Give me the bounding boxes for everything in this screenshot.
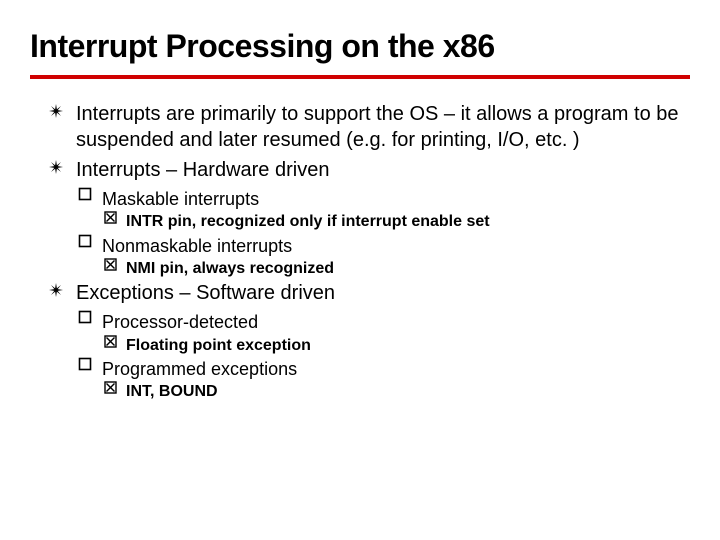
list-item-level-2: Nonmaskable interrupts (30, 234, 690, 258)
bullet-icon-level-3 (104, 258, 117, 271)
list-item-level-2: Programmed exceptions (30, 357, 690, 381)
bullet-icon-level-1 (48, 282, 64, 298)
list-item-text: INTR pin, recognized only if interrupt e… (126, 213, 490, 230)
slide-title: Interrupt Processing on the x86 (30, 28, 690, 65)
list-item-level-3: INTR pin, recognized only if interrupt e… (30, 211, 690, 233)
list-item-text: Floating point exception (126, 337, 311, 354)
bullet-icon-level-2 (78, 310, 92, 324)
list-item-text: Interrupts are primarily to support the … (76, 103, 679, 151)
bullet-icon-level-2 (78, 187, 92, 201)
bullet-icon-level-3 (104, 381, 117, 394)
bullet-icon-level-3 (104, 211, 117, 224)
list-item-text: Processor-detected (102, 312, 258, 332)
list-item-level-3: NMI pin, always recognized (30, 258, 690, 280)
bullet-icon-level-2 (78, 357, 92, 371)
list-item-text: Interrupts – Hardware driven (76, 159, 329, 181)
list-item-text: Nonmaskable interrupts (102, 236, 292, 256)
list-item-text: Programmed exceptions (102, 359, 297, 379)
list-item-level-1: Interrupts – Hardware driven (30, 157, 690, 183)
list-item-level-1: Interrupts are primarily to support the … (30, 101, 690, 153)
slide: Interrupt Processing on the x86 Interrup… (0, 0, 720, 424)
list-item-text: Exceptions – Software driven (76, 282, 335, 304)
bullet-icon-level-3 (104, 335, 117, 348)
list-item-text: INT, BOUND (126, 383, 218, 400)
list-item-level-2: Maskable interrupts (30, 187, 690, 211)
list-item-level-1: Exceptions – Software driven (30, 280, 690, 306)
list-item-text: Maskable interrupts (102, 189, 259, 209)
bullet-icon-level-1 (48, 159, 64, 175)
list-item-level-3: INT, BOUND (30, 381, 690, 403)
bullet-icon-level-2 (78, 234, 92, 248)
list-item-text: NMI pin, always recognized (126, 260, 334, 277)
title-underline (30, 75, 690, 79)
slide-content: Interrupts are primarily to support the … (30, 101, 690, 404)
list-item-level-3: Floating point exception (30, 335, 690, 357)
list-item-level-2: Processor-detected (30, 310, 690, 334)
bullet-icon-level-1 (48, 103, 64, 119)
